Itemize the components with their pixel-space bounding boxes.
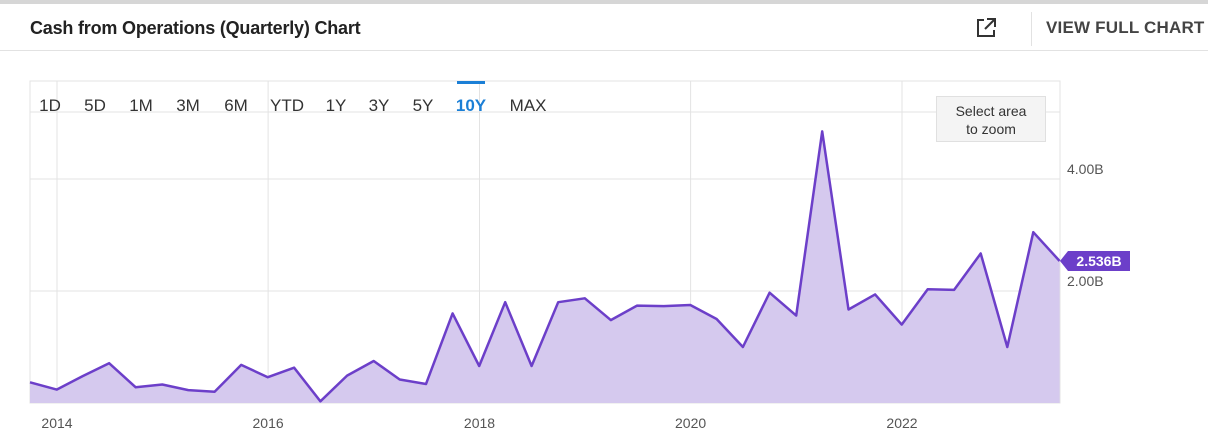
zoom-hint-line-2: to zoom: [966, 121, 1016, 137]
external-link-icon[interactable]: [974, 16, 998, 40]
time-range-selector: 1D 5D 1M 3M 6M YTD 1Y 3Y 5Y 10Y MAX: [39, 81, 546, 115]
range-3m[interactable]: 3M: [176, 96, 200, 115]
x-axis: 2014 2016 2018 2020 2022: [41, 415, 917, 431]
last-value-label: 2.536B: [1076, 253, 1121, 269]
zoom-hint-line-1: Select area: [955, 103, 1027, 119]
range-max[interactable]: MAX: [510, 96, 547, 115]
x-tick-label: 2016: [253, 415, 284, 431]
range-6m[interactable]: 6M: [224, 96, 248, 115]
x-tick-label: 2020: [675, 415, 706, 431]
range-1y[interactable]: 1Y: [326, 96, 347, 115]
x-tick-label: 2018: [464, 415, 495, 431]
range-1d[interactable]: 1D: [39, 96, 61, 115]
active-range-indicator: [457, 81, 485, 84]
series-area: [30, 131, 1060, 403]
chart-header: Cash from Operations (Quarterly) Chart V…: [0, 4, 1208, 51]
range-5y[interactable]: 5Y: [413, 96, 434, 115]
range-3y[interactable]: 3Y: [369, 96, 390, 115]
select-area-to-zoom-hint: Select area to zoom: [936, 96, 1046, 142]
x-tick-label: 2014: [41, 415, 72, 431]
chart-title: Cash from Operations (Quarterly) Chart: [30, 18, 361, 38]
y-tick-label: 4.00B: [1067, 161, 1104, 177]
view-full-chart-button[interactable]: VIEW FULL CHART: [1046, 18, 1205, 38]
last-value-marker: 2.536B: [1060, 250, 1130, 271]
range-5d[interactable]: 5D: [84, 96, 106, 115]
range-10y[interactable]: 10Y: [456, 96, 487, 115]
y-tick-label: 2.00B: [1067, 273, 1104, 289]
header-divider: [1031, 12, 1032, 46]
range-1m[interactable]: 1M: [129, 96, 153, 115]
x-tick-label: 2022: [886, 415, 917, 431]
chart-series: [29, 130, 1061, 403]
range-ytd[interactable]: YTD: [270, 96, 304, 115]
